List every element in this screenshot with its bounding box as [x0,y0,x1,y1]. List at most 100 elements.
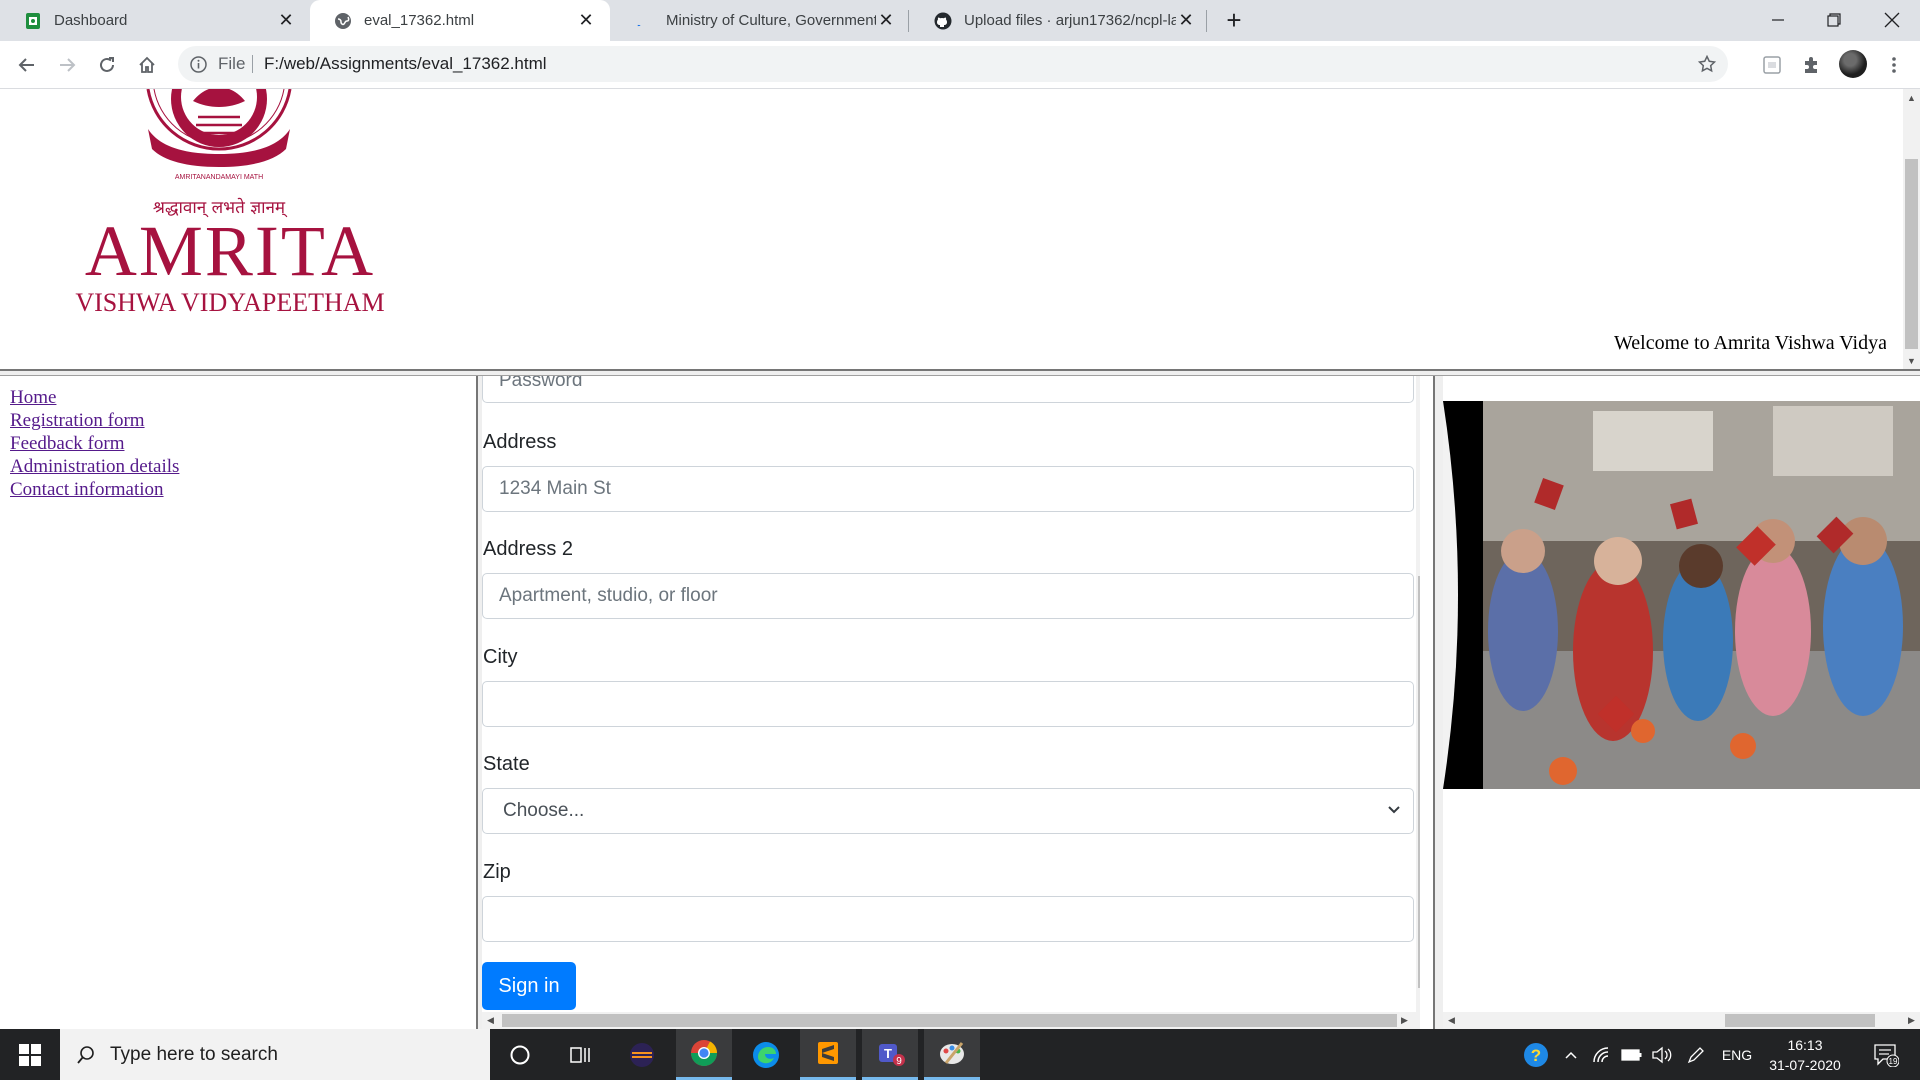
address2-input[interactable]: Apartment, studio, or floor [482,573,1414,619]
globe-icon [334,12,352,30]
divider [252,55,253,73]
address-label: Address [483,431,557,453]
scrollbar-thumb[interactable] [502,1014,1397,1027]
zip-input[interactable] [482,896,1414,942]
seal-text: AMRITANANDAMAYI MATH [175,174,263,181]
minimize-button[interactable] [1750,0,1806,40]
scrollbar-thumb[interactable] [1418,576,1420,988]
scroll-up-arrow[interactable]: ▲ [1416,376,1420,393]
form-horizontal-scrollbar[interactable]: ◀ ▶ [482,1012,1420,1029]
nav-frame: Home Registration form Feedback form Adm… [0,376,476,1029]
city-input[interactable] [482,681,1414,727]
state-select[interactable]: Choose... [482,788,1414,834]
tab-github-upload[interactable]: Upload files · arjun17362/ncpl-la ✕ [910,0,1210,41]
tab-title: Dashboard [54,12,128,29]
google-classroom-icon [24,12,42,30]
new-tab-button[interactable]: + [1220,5,1248,35]
notifications-count: 19 [1889,1057,1898,1066]
windows-start-button[interactable] [0,1029,60,1080]
notifications-icon[interactable]: 19 [1866,1029,1906,1080]
scroll-down-arrow[interactable]: ▼ [1416,995,1420,1012]
url-text[interactable]: F:/web/Assignments/eval_17362.html [264,54,547,74]
restore-button[interactable] [1806,0,1862,40]
teams-icon[interactable]: T9 [862,1029,918,1080]
nav-link-registration-form[interactable]: Registration form [10,409,476,432]
menu-kebab-icon[interactable] [1882,53,1906,77]
wifi-icon[interactable] [1588,1029,1616,1080]
sign-in-button[interactable]: Sign in [482,962,576,1010]
eclipse-icon[interactable] [614,1029,670,1080]
logo-name: AMRITA [85,211,375,291]
clock-time: 16:13 [1787,1037,1823,1053]
close-window-button[interactable] [1864,0,1920,40]
tab-title: Ministry of Culture, Government [666,12,876,29]
scroll-left-arrow[interactable]: ◀ [482,1012,499,1029]
address-input[interactable]: 1234 Main St [482,466,1414,512]
close-icon[interactable]: ✕ [276,10,296,31]
scroll-right-arrow[interactable]: ▶ [1396,1012,1413,1029]
tab-dashboard[interactable]: Dashboard ✕ [0,0,310,41]
scroll-left-arrow[interactable]: ◀ [1443,1012,1460,1029]
clock[interactable]: 16:13 31-07-2020 [1760,1035,1850,1075]
tab-ministry-of-culture[interactable]: Ministry of Culture, Government ✕ [612,0,910,41]
close-icon[interactable]: ✕ [576,10,596,31]
frame-divider[interactable] [0,369,1920,376]
chevron-up-icon[interactable] [1558,1029,1584,1080]
search-placeholder: Type here to search [110,1043,278,1065]
battery-icon[interactable] [1618,1029,1646,1080]
paint-icon[interactable] [924,1029,980,1080]
logo-subtitle: VISHWA VIDYAPEETHAM [75,288,384,317]
image-frame: ◀ ▶ [1443,376,1920,1029]
scrollbar-thumb[interactable] [1905,159,1918,349]
forward-button[interactable] [52,50,82,80]
svg-text:?: ? [1531,1046,1541,1065]
puzzle-extensions-icon[interactable] [1800,53,1824,77]
pen-icon[interactable] [1682,1029,1710,1080]
nav-link-feedback-form[interactable]: Feedback form [10,432,476,455]
extension-icon[interactable] [1760,53,1784,77]
sublime-text-icon[interactable] [800,1029,856,1080]
close-icon[interactable]: ✕ [1176,10,1196,31]
close-icon[interactable]: ✕ [876,10,896,31]
frame-divider[interactable] [1433,376,1443,1029]
volume-icon[interactable] [1648,1029,1676,1080]
task-view-icon[interactable] [552,1029,608,1080]
tab-title: eval_17362.html [364,12,475,29]
taskbar-search-box[interactable]: Type here to search [60,1029,490,1080]
password-input[interactable]: Password [482,376,1414,403]
chevron-down-icon [1387,801,1401,823]
clock-date: 31-07-2020 [1769,1057,1841,1073]
browser-tab-strip: Dashboard ✕ eval_17362.html ✕ Ministry o… [0,0,1920,41]
nav-link-home[interactable]: Home [10,386,476,409]
address-bar[interactable]: File F:/web/Assignments/eval_17362.html [178,46,1728,82]
scroll-up-arrow[interactable]: ▲ [1903,89,1920,106]
teams-badge: 9 [896,1056,902,1067]
home-button[interactable] [132,50,162,80]
language-indicator[interactable]: ENG [1716,1029,1758,1080]
windows-taskbar: Type here to search T9 ? ENG 16:13 31-07… [0,1029,1920,1080]
chrome-icon[interactable] [676,1029,732,1080]
form-vertical-scrollbar[interactable]: ▲ ▼ [1416,376,1420,1012]
scroll-right-arrow[interactable]: ▶ [1903,1012,1920,1029]
amrita-logo: AMRITANANDAMAYI MATH श्रद्धावान् लभते ज्… [75,89,385,317]
tab-title: Upload files · arjun17362/ncpl-la [964,12,1176,29]
back-button[interactable] [12,50,42,80]
svg-text:T: T [884,1046,892,1061]
reload-button[interactable] [92,50,122,80]
nav-link-contact-information[interactable]: Contact information [10,478,476,501]
address2-label: Address 2 [483,538,574,560]
scroll-down-arrow[interactable]: ▼ [1903,352,1920,369]
tab-eval-html[interactable]: eval_17362.html ✕ [310,0,610,41]
profile-avatar[interactable] [1839,50,1867,78]
nav-link-administration-details[interactable]: Administration details [10,455,476,478]
image-horizontal-scrollbar[interactable]: ◀ ▶ [1443,1012,1920,1029]
info-icon[interactable] [188,54,208,74]
edge-icon[interactable] [738,1029,794,1080]
banner-scrollbar[interactable]: ▲ ▼ [1903,89,1920,369]
scrollbar-thumb[interactable] [1725,1014,1875,1027]
help-icon[interactable]: ? [1518,1029,1554,1080]
bookmark-star-icon[interactable] [1696,53,1718,75]
cortana-icon[interactable] [492,1029,548,1080]
tab-separator [908,10,909,32]
form-frame: Password Address 1234 Main St Address 2 … [482,376,1420,1029]
